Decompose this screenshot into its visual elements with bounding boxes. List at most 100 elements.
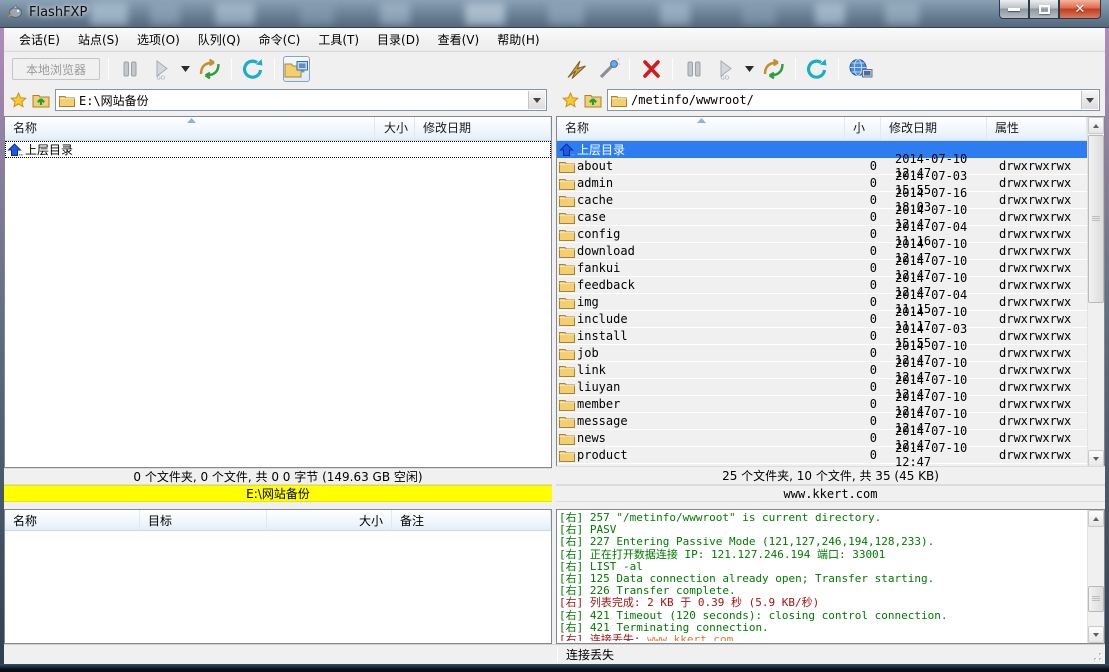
queue-dropdown-button[interactable] [179, 56, 191, 82]
menu-item-3[interactable]: 队列(Q) [189, 28, 250, 51]
local-status-counts: 0 个文件夹, 0 个文件, 共 0 0 字节 (149.63 GB 空闲) [4, 468, 552, 485]
local-list-rows: 上层目录 [5, 141, 551, 467]
column-header-size[interactable]: 大小 [845, 117, 881, 140]
abort-button[interactable] [638, 56, 664, 82]
parent-directory-row[interactable]: 上层目录 [557, 141, 1087, 158]
close-button[interactable]: ✕ [1059, 0, 1101, 19]
file-size: 0 [845, 346, 881, 360]
scrollbar-thumb[interactable] [1088, 135, 1104, 303]
combo-dropdown-button[interactable] [528, 91, 545, 109]
combo-dropdown-button[interactable] [1081, 91, 1098, 109]
up-arrow-icon [5, 143, 25, 157]
connect-button[interactable] [564, 56, 590, 82]
file-row[interactable]: img02014-07-04 11:15drwxrwxrwx [557, 294, 1087, 311]
refresh-button[interactable] [804, 56, 830, 82]
go-up-folder-icon[interactable] [32, 92, 50, 108]
file-name: case [577, 210, 845, 224]
menu-item-7[interactable]: 查看(V) [429, 28, 489, 51]
file-row[interactable]: member02014-07-10 12:47drwxrwxrwx [557, 396, 1087, 413]
start-queue-button: GO [712, 56, 738, 82]
log-prefix: [右] [559, 596, 590, 609]
local-toolbar: 本地浏览器GO [4, 52, 552, 86]
file-name: img [577, 295, 845, 309]
file-name: liuyan [577, 380, 845, 394]
log-text: 421 Terminating connection. [590, 621, 769, 634]
window-border-right [1105, 28, 1109, 664]
column-header-date[interactable]: 修改日期 [881, 117, 987, 140]
file-row[interactable]: about02014-07-10 12:47drwxrwxrwx [557, 158, 1087, 175]
quick-connect-button[interactable] [595, 56, 621, 82]
file-row[interactable]: feedback02014-07-10 12:47drwxrwxrwx [557, 277, 1087, 294]
bookmark-star-icon[interactable] [562, 92, 579, 108]
folder-icon [611, 94, 627, 107]
minimize-button[interactable] [999, 0, 1029, 19]
queue-column-target[interactable]: 目标 [140, 510, 267, 530]
file-size: 0 [845, 193, 881, 207]
transfer-mode-button[interactable] [196, 56, 223, 82]
refresh-button[interactable] [240, 56, 266, 82]
log-text: 227 Entering Passive Mode (121,127,246,1… [590, 535, 934, 548]
file-attributes: drwxrwxrwx [987, 210, 1087, 224]
file-row[interactable]: message02014-07-10 12:47drwxrwxrwx [557, 413, 1087, 430]
log-prefix: [右] [559, 633, 590, 641]
local-path-combobox[interactable]: E:\网站备份 [55, 89, 547, 111]
resize-grip-icon[interactable] [1090, 649, 1103, 662]
file-row[interactable]: cache02014-07-16 18:03drwxrwxrwx [557, 192, 1087, 209]
file-row[interactable]: fankui02014-07-10 12:47drwxrwxrwx [557, 260, 1087, 277]
queue-column-note[interactable]: 备注 [392, 510, 551, 530]
file-row[interactable]: job02014-07-10 12:47drwxrwxrwx [557, 345, 1087, 362]
menu-item-5[interactable]: 工具(T) [309, 28, 368, 51]
file-size: 0 [845, 312, 881, 326]
go-up-folder-icon[interactable] [584, 92, 602, 108]
scroll-up-button[interactable] [1088, 510, 1104, 527]
folder-icon [557, 177, 577, 190]
file-row[interactable]: case02014-07-10 12:47drwxrwxrwx [557, 209, 1087, 226]
column-header-size[interactable]: 大小 [375, 117, 415, 140]
file-name: link [577, 363, 845, 377]
remote-toolbar: GO [556, 52, 1105, 86]
file-row[interactable]: include02014-07-10 11:17drwxrwxrwx [557, 311, 1087, 328]
file-row[interactable]: product02014-07-10 12:47drwxrwxrwx [557, 447, 1087, 464]
scroll-down-button[interactable] [1088, 626, 1104, 643]
column-header-date[interactable]: 修改日期 [415, 117, 551, 140]
menu-item-6[interactable]: 目录(D) [368, 28, 429, 51]
remote-path-combobox[interactable]: /metinfo/wwwroot/ [607, 89, 1100, 111]
remote-list-scrollbar[interactable] [1087, 117, 1104, 467]
menu-item-1[interactable]: 站点(S) [69, 28, 128, 51]
scrollbar-thumb[interactable] [1088, 586, 1104, 612]
folder-sync-toggle[interactable] [283, 56, 310, 82]
file-name: news [577, 431, 845, 445]
file-attributes: drwxrwxrwx [987, 414, 1087, 428]
window-title: FlashFXP [29, 5, 87, 20]
file-row[interactable]: admin02014-07-03 15:55drwxrwxrwx [557, 175, 1087, 192]
menu-item-4[interactable]: 命令(C) [250, 28, 310, 51]
bookmark-star-icon[interactable] [10, 92, 27, 108]
maximize-button[interactable] [1029, 0, 1059, 19]
file-row[interactable]: liuyan02014-07-10 12:47drwxrwxrwx [557, 379, 1087, 396]
log-text: 421 Timeout (120 seconds): closing contr… [590, 609, 948, 622]
scroll-down-button[interactable] [1088, 450, 1104, 467]
parent-directory-row[interactable]: 上层目录 [5, 141, 551, 158]
transfer-mode-button[interactable] [760, 56, 787, 82]
menu-item-2[interactable]: 选项(O) [128, 28, 189, 51]
folder-icon [557, 211, 577, 224]
file-row[interactable]: config02014-07-04 11:16drwxrwxrwx [557, 226, 1087, 243]
scroll-up-button[interactable] [1088, 117, 1104, 134]
queue-panel: 名称 目标 大小 备注 [4, 509, 552, 644]
site-globe-button[interactable] [847, 56, 873, 82]
log-extra-text: www.kkert.com [647, 633, 733, 641]
queue-dropdown-button[interactable] [743, 56, 755, 82]
menu-item-8[interactable]: 帮助(H) [488, 28, 548, 51]
local-browser-button: 本地浏览器 [12, 58, 100, 80]
queue-column-name[interactable]: 名称 [5, 510, 140, 530]
file-row[interactable]: news02014-07-10 12:47drwxrwxrwx [557, 430, 1087, 447]
file-attributes: drwxrwxrwx [987, 329, 1087, 343]
file-size: 0 [845, 176, 881, 190]
file-row[interactable]: link02014-07-10 12:47drwxrwxrwx [557, 362, 1087, 379]
file-row[interactable]: download02014-07-10 12:47drwxrwxrwx [557, 243, 1087, 260]
file-row[interactable]: install02014-07-03 15:55drwxrwxrwx [557, 328, 1087, 345]
queue-column-size[interactable]: 大小 [267, 510, 392, 530]
column-header-attr[interactable]: 属性 [987, 117, 1087, 140]
log-scrollbar[interactable] [1087, 510, 1104, 643]
menu-item-0[interactable]: 会话(E) [10, 28, 69, 51]
